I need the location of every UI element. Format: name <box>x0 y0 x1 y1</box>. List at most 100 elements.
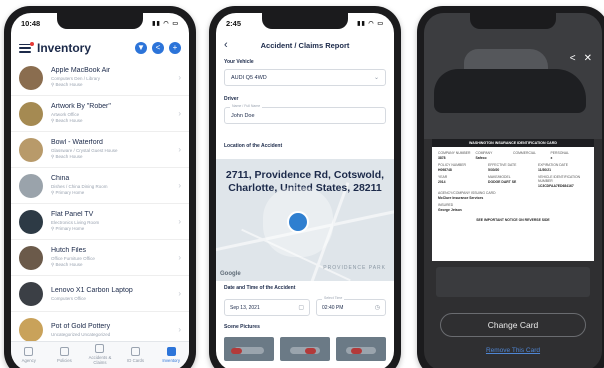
scene-label: Scene Pictures <box>224 324 260 330</box>
chevron-right-icon: › <box>178 73 181 82</box>
driver-field[interactable]: Name / Full Name John Doe <box>224 104 386 124</box>
inventory-header: Inventory ▼ < + <box>11 37 189 59</box>
tab-icon <box>131 346 141 356</box>
list-item[interactable]: Bowl - Waterford Glassware / Crystal Gue… <box>11 132 189 168</box>
page-title: Inventory <box>37 41 92 55</box>
item-location-text: Beach House <box>55 82 83 87</box>
close-icon[interactable]: ✕ <box>584 53 592 64</box>
chevron-right-icon: › <box>178 145 181 154</box>
share-icon[interactable]: < <box>570 53 576 64</box>
insurance-card: WASHINGTON INSURANCE IDENTIFICATION CARD… <box>432 139 594 261</box>
vehicle-select[interactable]: AUDI Q5 4WD ⌄ <box>224 69 386 86</box>
item-category: Glassware / Crystal Guest House <box>51 148 118 153</box>
item-location-text: Beach House <box>55 118 83 123</box>
menu-icon[interactable] <box>19 41 34 53</box>
claims-screen: 2:45 ▮▮ ◠ ▭ ‹ Accident / Claims Report Y… <box>216 13 394 368</box>
back-icon[interactable]: ‹ <box>224 39 236 51</box>
item-category: Computers Den / Library <box>51 76 101 81</box>
chevron-right-icon: › <box>178 325 181 334</box>
item-name: Pot of Gold Pottery <box>51 322 111 330</box>
tab-label: ID Cards <box>127 357 145 363</box>
item-category: Artwork Office <box>51 112 80 117</box>
tab-accidents-claims[interactable]: Accidents & Claims <box>85 344 115 365</box>
card-field: MAKE/MODEL DODGE DART SE <box>488 175 538 188</box>
scene-photo[interactable] <box>336 337 386 361</box>
time-value: 02:40 PM <box>322 304 344 311</box>
notch <box>57 13 143 29</box>
card-footer: SEE IMPORTANT NOTICE ON REVERSE SIDE <box>476 218 550 222</box>
card-field-value: Safeco <box>475 156 487 160</box>
claims-header: ‹ Accident / Claims Report <box>216 35 394 55</box>
vehicle-value: AUDI Q5 4WD <box>231 74 267 81</box>
item-location-text: Primary Home <box>55 226 85 231</box>
page-title: Accident / Claims Report <box>260 40 350 50</box>
remove-card-link[interactable]: Remove This Card <box>424 347 602 354</box>
item-name: China <box>51 175 70 182</box>
item-location-text: Beach House <box>55 262 83 267</box>
card-field-value: H098748 <box>438 168 452 172</box>
item-location-text: Primary Home <box>55 190 85 195</box>
tab-label: Agency <box>21 357 36 363</box>
tab-agency[interactable]: Agency <box>14 346 44 363</box>
item-location: ⚲ Beach House <box>51 154 83 159</box>
car-body <box>434 69 586 113</box>
list-item[interactable]: Artwork By "Rober" Artwork Office ⚲ Beac… <box>11 96 189 132</box>
scene-photo[interactable] <box>224 337 274 361</box>
card-field-label: EFFECTIVE DATE <box>488 163 517 167</box>
notch <box>470 13 556 29</box>
list-item[interactable]: Flat Panel TV Electronics Living Room ⚲ … <box>11 204 189 240</box>
card-field: PERSONAL x <box>551 151 589 160</box>
scene-photo[interactable] <box>280 337 330 361</box>
item-location: ⚲ Primary Home <box>51 226 85 231</box>
card-field: COMPANY Safeco <box>476 151 514 160</box>
tab-policies[interactable]: Policies <box>49 346 79 363</box>
item-thumbnail <box>19 101 43 126</box>
card-row: YEAR 2014 MAKE/MODEL DODGE DART SE VEHICLE… <box>438 175 588 188</box>
filter-icon[interactable]: ▼ <box>135 42 147 54</box>
item-thumbnail <box>19 65 43 90</box>
item-name: Flat Panel TV <box>51 211 94 218</box>
card-field: AGENCY/COMPANY ISSUING CARD McClure Insu… <box>438 191 588 200</box>
card-field: COMPANY NUMBER 3878 <box>438 151 476 160</box>
item-name: Hutch Files <box>51 247 87 254</box>
phone-claims: 2:45 ▮▮ ◠ ▭ ‹ Accident / Claims Report Y… <box>209 6 401 368</box>
change-card-button[interactable]: Change Card <box>440 313 586 337</box>
list-item[interactable]: Apple MacBook Air Computers Den / Librar… <box>11 60 189 96</box>
list-item[interactable]: Pot of Gold Pottery Uncategorized Uncate… <box>11 312 189 341</box>
location-pin-icon <box>287 211 309 233</box>
share-icon[interactable]: < <box>152 42 164 54</box>
item-text: Pot of Gold Pottery Uncategorized Uncate… <box>51 323 178 337</box>
item-text: Bowl - Waterford Glassware / Crystal Gue… <box>51 139 178 160</box>
date-field[interactable]: Sep 13, 2021 ▢ <box>224 299 310 316</box>
add-icon[interactable]: + <box>169 42 181 54</box>
item-category: Computers Office <box>51 295 86 301</box>
list-item[interactable]: China Dishes / China Dining Room ⚲ Prima… <box>11 168 189 204</box>
card-field-value: 2014 <box>438 180 446 184</box>
card-field-value: 1C3CDFAA7ED684167 <box>538 184 574 188</box>
driver-label: Driver <box>224 96 239 102</box>
chevron-right-icon: › <box>178 253 181 262</box>
item-text: Apple MacBook Air Computers Den / Librar… <box>51 67 178 88</box>
date-value: Sep 13, 2021 <box>230 304 260 311</box>
item-category: Uncategorized Uncategorized <box>51 331 111 337</box>
datetime-row: Sep 13, 2021 ▢ Select Time 02:40 PM ◷ <box>224 296 386 316</box>
item-location: ⚲ Primary Home <box>51 190 85 195</box>
item-name: Apple MacBook Air <box>51 67 111 74</box>
accident-map[interactable]: 2711, Providence Rd, Cotswold, Charlotte… <box>216 159 394 281</box>
card-field-value: George Jetson <box>438 208 462 212</box>
google-logo: Google <box>220 271 241 277</box>
item-thumbnail <box>19 281 43 306</box>
tab-inventory[interactable]: Inventory <box>156 346 186 363</box>
list-item[interactable]: Lenovo X1 Carbon Laptop Computers Office… <box>11 276 189 312</box>
id-card-screen: < ✕ WASHINGTON INSURANCE IDENTIFICATION … <box>424 13 602 368</box>
tab-id-cards[interactable]: ID Cards <box>121 346 151 363</box>
chevron-down-icon: ⌄ <box>373 75 379 81</box>
card-actions: < ✕ <box>570 53 592 64</box>
calendar-icon: ▢ <box>298 305 304 311</box>
list-item[interactable]: Hutch Files Office Furniture Office ⚲ Be… <box>11 240 189 276</box>
driver-mini-label: Name / Full Name <box>230 104 263 108</box>
card-field: INSURED George Jetson <box>438 203 588 212</box>
item-name: Bowl - Waterford <box>51 139 103 146</box>
status-icons: ▮▮ ◠ ▭ <box>357 20 384 27</box>
time-field[interactable]: Select Time 02:40 PM ◷ <box>316 296 386 316</box>
